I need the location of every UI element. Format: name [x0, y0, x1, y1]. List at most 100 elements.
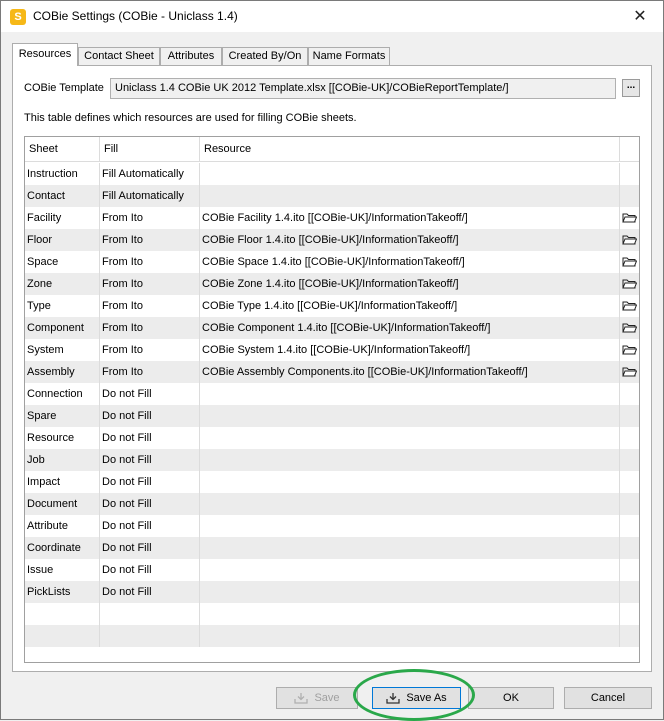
- table-row[interactable]: Zone From Ito COBie Zone 1.4.ito [[COBie-U…: [25, 273, 639, 295]
- folder-icon[interactable]: [622, 234, 638, 245]
- table-row[interactable]: Type From Ito COBie Type 1.4.ito [[COBie-U…: [25, 295, 639, 317]
- cell-resource[interactable]: [200, 383, 620, 405]
- cell-resource[interactable]: [200, 603, 620, 625]
- cell-sheet[interactable]: Component: [25, 317, 100, 339]
- cell-resource[interactable]: [200, 185, 620, 207]
- cell-sheet[interactable]: Resource: [25, 427, 100, 449]
- cell-fill[interactable]: Fill Automatically: [100, 163, 200, 185]
- cell-fill[interactable]: Do not Fill: [100, 405, 200, 427]
- cell-sheet[interactable]: Spare: [25, 405, 100, 427]
- cell-resource[interactable]: COBie Floor 1.4.ito [[COBie-UK]/Informat…: [200, 229, 620, 251]
- cell-fill[interactable]: From Ito: [100, 317, 200, 339]
- cell-sheet[interactable]: Connection: [25, 383, 100, 405]
- cell-fill[interactable]: From Ito: [100, 339, 200, 361]
- cell-fill[interactable]: From Ito: [100, 207, 200, 229]
- save-button[interactable]: Save: [276, 687, 358, 709]
- cell-sheet[interactable]: Impact: [25, 471, 100, 493]
- table-row[interactable]: [25, 603, 639, 625]
- table-row[interactable]: Floor From Ito COBie Floor 1.4.ito [[COBie…: [25, 229, 639, 251]
- cell-fill[interactable]: Do not Fill: [100, 383, 200, 405]
- tab-attributes[interactable]: Attributes: [160, 47, 222, 65]
- cell-resource[interactable]: COBie Facility 1.4.ito [[COBie-UK]/Infor…: [200, 207, 620, 229]
- cell-resource[interactable]: [200, 163, 620, 185]
- cell-sheet[interactable]: Job: [25, 449, 100, 471]
- cell-resource[interactable]: [200, 625, 620, 647]
- cell-fill[interactable]: From Ito: [100, 229, 200, 251]
- cell-resource[interactable]: [200, 471, 620, 493]
- cell-resource[interactable]: [200, 405, 620, 427]
- cell-sheet[interactable]: Instruction: [25, 163, 100, 185]
- column-header-fill[interactable]: Fill: [100, 137, 200, 162]
- cell-resource[interactable]: COBie Zone 1.4.ito [[COBie-UK]/Informati…: [200, 273, 620, 295]
- template-browse-button[interactable]: ...: [622, 79, 640, 97]
- cell-sheet[interactable]: Assembly: [25, 361, 100, 383]
- cell-fill[interactable]: [100, 625, 200, 647]
- template-path-field[interactable]: Uniclass 1.4 COBie UK 2012 Template.xlsx…: [110, 78, 616, 99]
- tab-name-formats[interactable]: Name Formats: [308, 47, 390, 65]
- cell-resource[interactable]: COBie System 1.4.ito [[COBie-UK]/Informa…: [200, 339, 620, 361]
- cell-fill[interactable]: Do not Fill: [100, 537, 200, 559]
- cell-fill[interactable]: Fill Automatically: [100, 185, 200, 207]
- ok-button[interactable]: OK: [468, 687, 554, 709]
- table-row[interactable]: Attribute Do not Fill: [25, 515, 639, 537]
- table-row[interactable]: Resource Do not Fill: [25, 427, 639, 449]
- cell-sheet[interactable]: Attribute: [25, 515, 100, 537]
- table-row[interactable]: Coordinate Do not Fill: [25, 537, 639, 559]
- cell-resource[interactable]: COBie Type 1.4.ito [[COBie-UK]/Informati…: [200, 295, 620, 317]
- folder-icon[interactable]: [622, 366, 638, 377]
- column-header-resource[interactable]: Resource: [200, 137, 620, 162]
- cell-resource[interactable]: [200, 537, 620, 559]
- folder-icon[interactable]: [622, 256, 638, 267]
- table-row[interactable]: Job Do not Fill: [25, 449, 639, 471]
- cell-fill[interactable]: Do not Fill: [100, 559, 200, 581]
- cell-fill[interactable]: Do not Fill: [100, 471, 200, 493]
- folder-icon[interactable]: [622, 278, 638, 289]
- cell-resource[interactable]: [200, 449, 620, 471]
- cell-resource[interactable]: [200, 515, 620, 537]
- table-row[interactable]: [25, 625, 639, 647]
- cell-fill[interactable]: Do not Fill: [100, 427, 200, 449]
- table-row[interactable]: Instruction Fill Automatically: [25, 163, 639, 185]
- table-row[interactable]: PickLists Do not Fill: [25, 581, 639, 603]
- table-row[interactable]: Connection Do not Fill: [25, 383, 639, 405]
- column-header-sheet[interactable]: Sheet: [25, 137, 100, 162]
- cell-sheet[interactable]: Space: [25, 251, 100, 273]
- table-row[interactable]: Document Do not Fill: [25, 493, 639, 515]
- table-row[interactable]: Space From Ito COBie Space 1.4.ito [[COBie…: [25, 251, 639, 273]
- cell-resource[interactable]: COBie Component 1.4.ito [[COBie-UK]/Info…: [200, 317, 620, 339]
- cell-fill[interactable]: Do not Fill: [100, 515, 200, 537]
- cell-fill[interactable]: Do not Fill: [100, 449, 200, 471]
- cell-sheet[interactable]: Facility: [25, 207, 100, 229]
- cell-resource[interactable]: COBie Space 1.4.ito [[COBie-UK]/Informat…: [200, 251, 620, 273]
- cell-sheet[interactable]: [25, 625, 100, 647]
- cell-resource[interactable]: [200, 559, 620, 581]
- table-row[interactable]: Facility From Ito COBie Facility 1.4.ito […: [25, 207, 639, 229]
- cell-sheet[interactable]: Coordinate: [25, 537, 100, 559]
- cell-sheet[interactable]: [25, 603, 100, 625]
- cell-fill[interactable]: From Ito: [100, 361, 200, 383]
- cell-fill[interactable]: From Ito: [100, 251, 200, 273]
- save-as-button[interactable]: Save As: [372, 687, 461, 709]
- tab-contact-sheet[interactable]: Contact Sheet: [78, 47, 160, 65]
- folder-icon[interactable]: [622, 322, 638, 333]
- folder-icon[interactable]: [622, 344, 638, 355]
- cell-sheet[interactable]: System: [25, 339, 100, 361]
- cell-resource[interactable]: [200, 493, 620, 515]
- cell-resource[interactable]: COBie Assembly Components.ito [[COBie-UK…: [200, 361, 620, 383]
- cell-resource[interactable]: [200, 427, 620, 449]
- table-row[interactable]: Issue Do not Fill: [25, 559, 639, 581]
- cell-sheet[interactable]: Document: [25, 493, 100, 515]
- table-row[interactable]: Component From Ito COBie Component 1.4.ito…: [25, 317, 639, 339]
- cell-fill[interactable]: [100, 603, 200, 625]
- table-row[interactable]: Spare Do not Fill: [25, 405, 639, 427]
- cell-sheet[interactable]: Zone: [25, 273, 100, 295]
- cell-fill[interactable]: From Ito: [100, 273, 200, 295]
- folder-icon[interactable]: [622, 300, 638, 311]
- cell-fill[interactable]: Do not Fill: [100, 493, 200, 515]
- cell-fill[interactable]: From Ito: [100, 295, 200, 317]
- table-row[interactable]: Contact Fill Automatically: [25, 185, 639, 207]
- table-row[interactable]: System From Ito COBie System 1.4.ito [[COB…: [25, 339, 639, 361]
- cell-sheet[interactable]: Type: [25, 295, 100, 317]
- cell-sheet[interactable]: Issue: [25, 559, 100, 581]
- cell-resource[interactable]: [200, 581, 620, 603]
